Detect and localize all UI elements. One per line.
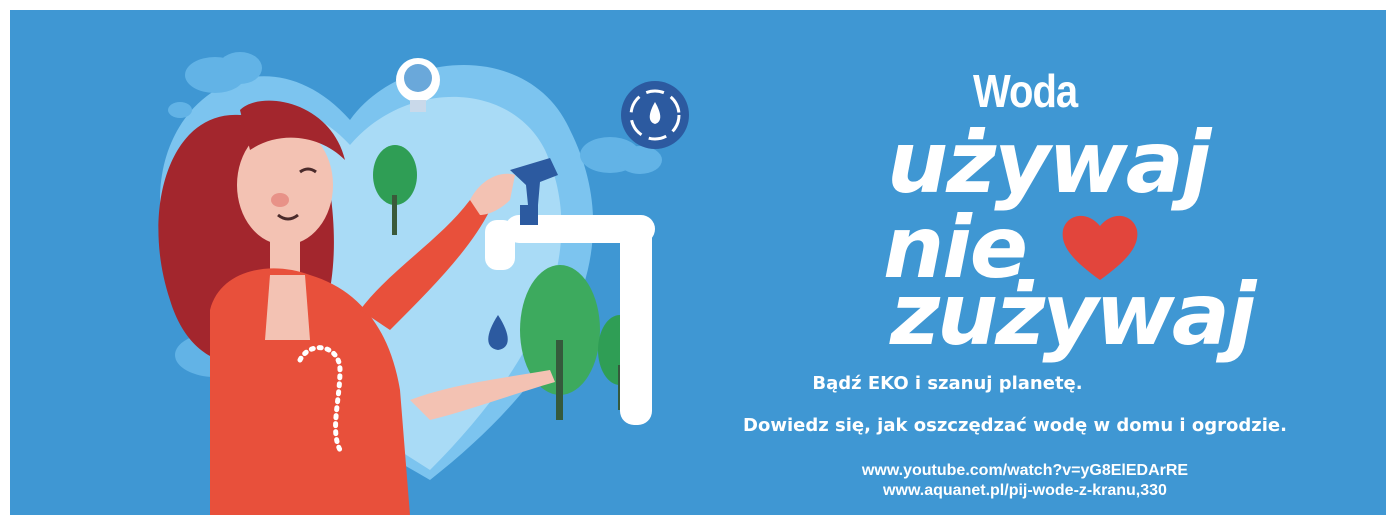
youtube-link[interactable]: www.youtube.com/watch?v=yG8ElEDArRE (800, 462, 1250, 480)
title-word-woda: Woda (973, 66, 1078, 118)
woman-tap-illustration (158, 52, 689, 515)
water-drop-recycle-icon (621, 81, 689, 149)
aquanet-link[interactable]: www.aquanet.pl/pij-wode-z-kranu,330 (800, 482, 1250, 500)
title-word-zuzywaj: zużywaj (890, 265, 1256, 365)
tagline-line1: Bądź EKO i szanuj planetę. (812, 373, 1083, 394)
slogan-title: Woda używaj nie zużywaj (790, 10, 1330, 370)
tagline-line2: Dowiedz się, jak oszczędzać wodę w domu … (743, 415, 1287, 436)
eco-water-banner: Woda używaj nie zużywaj Bądź EKO i szanu… (10, 10, 1386, 515)
title-word-uzywaj: używaj (887, 113, 1211, 213)
